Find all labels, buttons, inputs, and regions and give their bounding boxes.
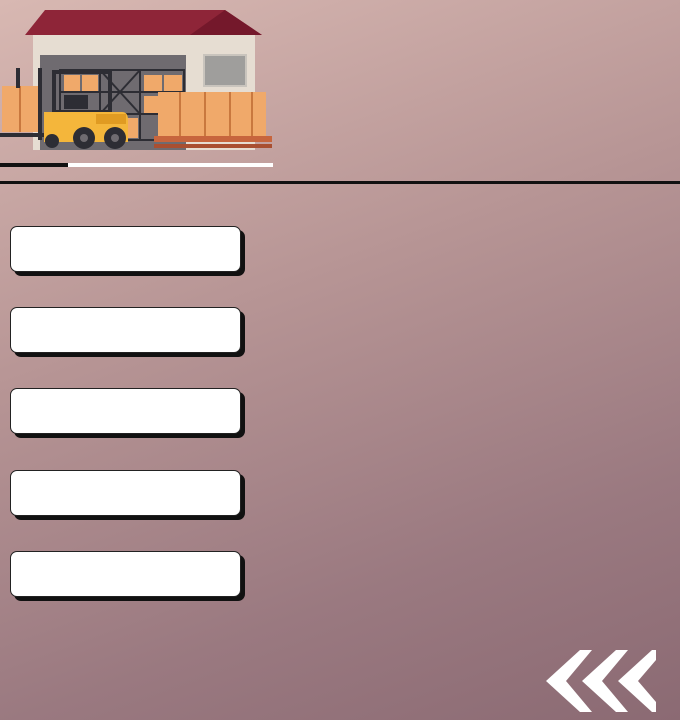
back-button[interactable]	[540, 648, 660, 714]
header-divider	[0, 181, 680, 184]
progress-bar	[0, 163, 273, 167]
menu-button-4[interactable]	[10, 470, 241, 516]
menu-button-3[interactable]	[10, 388, 241, 434]
menu-button-2[interactable]	[10, 307, 241, 353]
menu-button-5[interactable]	[10, 551, 241, 597]
warehouse-forklift-illustration	[0, 0, 280, 160]
menu-button-1[interactable]	[10, 226, 241, 272]
progress-fill	[0, 163, 69, 167]
triple-chevron-left-icon	[546, 650, 656, 712]
